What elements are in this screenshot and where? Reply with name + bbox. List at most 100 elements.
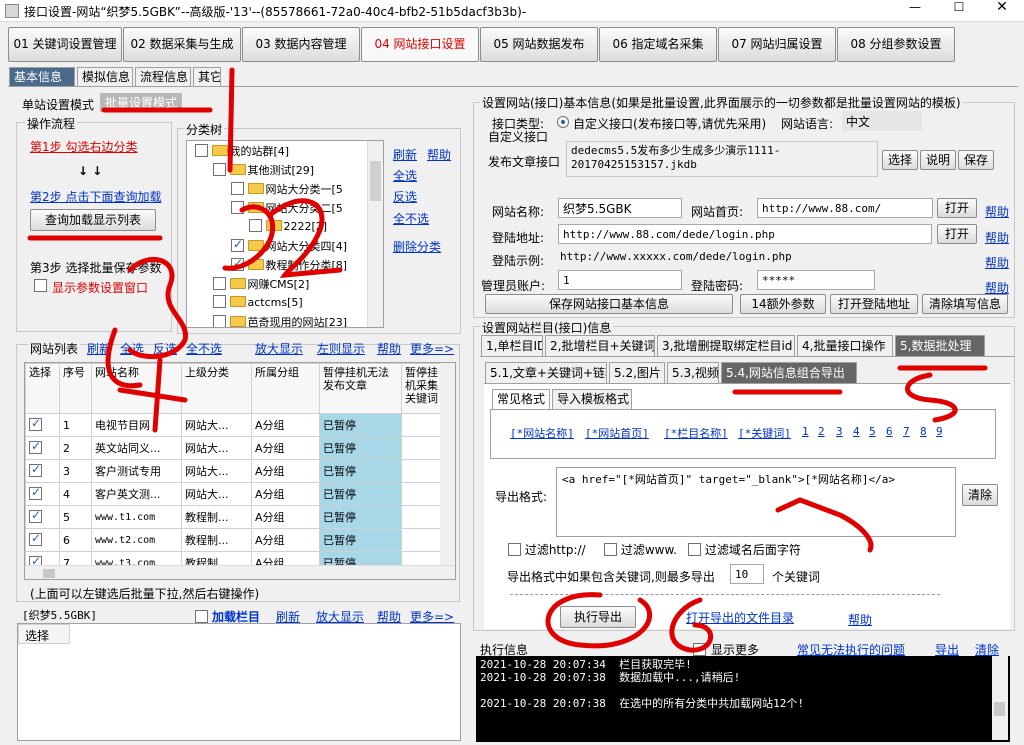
show-params-checkbox[interactable] (34, 279, 47, 293)
sub-tab-1[interactable]: 模拟信息 (77, 67, 133, 87)
save-interface-button[interactable]: 保存 (958, 150, 994, 170)
example-help-link[interactable]: 帮助 (985, 254, 1009, 271)
token-link[interactable]: 5 (869, 425, 876, 438)
admin-input[interactable]: 1 (558, 270, 682, 290)
table-row[interactable]: 2英文站同义...网站大...A分组已暂停 (25, 436, 442, 460)
export-format-input[interactable]: <a href="[*网站首页]" target="_blank">[*网站名称… (556, 467, 956, 537)
filter-checkbox[interactable] (508, 543, 521, 556)
token-link[interactable]: [*网站名称] (510, 425, 574, 441)
table-row[interactable]: 6www.t2.com教程制...A分组已暂停 (25, 528, 442, 552)
main-tab-5[interactable]: 05 网站数据发布 (480, 27, 598, 62)
main-tab-7[interactable]: 07 网站归属设置 (718, 27, 836, 62)
query-load-button[interactable]: 查询加载显示列表 (30, 209, 156, 231)
table-row[interactable]: 4客户英文测...网站大...A分组已暂停 (25, 482, 442, 506)
row-select[interactable] (25, 413, 60, 437)
tree-node[interactable]: actcms[5] (213, 295, 303, 313)
token-link[interactable]: 4 (853, 425, 860, 438)
clear-info-button[interactable]: 清除填写信息 (922, 294, 1008, 314)
tree-node[interactable]: 2222[2] (249, 219, 327, 237)
token-link[interactable]: 9 (936, 425, 943, 438)
row-select[interactable] (25, 436, 60, 460)
data-process-tab-1[interactable]: 5.1,文章+关键词+链轮 (485, 362, 607, 383)
token-link[interactable]: 8 (920, 425, 927, 438)
sub-tab-2[interactable]: 流程信息 (135, 67, 191, 87)
tree-checkbox[interactable] (231, 201, 244, 214)
tree-node[interactable]: 网站大分类二[5 (231, 200, 343, 218)
tree-node[interactable]: 网站大分类四[4] (231, 237, 347, 256)
tree-node[interactable]: 其他测试[29] (213, 162, 314, 180)
iface-type-radio[interactable] (557, 116, 569, 128)
row-select[interactable] (25, 528, 60, 552)
category-link[interactable]: 反选 (393, 188, 417, 205)
filter-checkbox[interactable] (604, 543, 617, 556)
column-tab-2[interactable]: 2,批增栏目+关键词 (545, 335, 655, 356)
open-home-button[interactable]: 打开 (937, 198, 977, 218)
home-help-link[interactable]: 帮助 (985, 203, 1009, 220)
site-list-link[interactable]: 左则显示 (317, 340, 365, 357)
tree-checkbox[interactable] (231, 237, 244, 252)
token-link[interactable]: [*网站首页] (585, 425, 649, 441)
login-input[interactable]: http://www.88.com/dede/login.php (558, 224, 932, 244)
table-hscrollbar[interactable] (25, 565, 455, 579)
tree-checkbox[interactable] (213, 163, 226, 176)
main-tab-8[interactable]: 08 分组参数设置 (837, 27, 955, 62)
token-link[interactable]: 7 (903, 425, 910, 438)
token-link[interactable]: [*关键词] (738, 425, 791, 441)
site-list-link[interactable]: 全不选 (186, 340, 222, 357)
main-tab-6[interactable]: 06 指定域名采集 (599, 27, 717, 62)
batch-mode-tab[interactable]: 批量设置模式 (100, 93, 183, 112)
table-row[interactable]: 5www.t1.com教程制...A分组已暂停 (25, 505, 442, 529)
format-tab-1[interactable]: 常见格式 (492, 389, 550, 409)
site-list-link[interactable]: 放大显示 (255, 340, 303, 357)
clear-format-button[interactable]: 清除 (962, 484, 998, 506)
filter-option[interactable]: 过滤域名后面字符 (688, 541, 801, 558)
tree-checkbox[interactable] (231, 182, 244, 195)
sub-tab-3[interactable]: 其它 (193, 67, 221, 87)
column-tab-3[interactable]: 3,批增删提取绑定栏目id (657, 335, 795, 356)
category-link[interactable]: 全不选 (393, 210, 429, 227)
publish-iface-value[interactable]: dedecms5.5发布多少生成多少演示1111- 20170425153157… (566, 141, 878, 177)
data-process-tab-2[interactable]: 5.2,图片 (609, 362, 665, 383)
filter-option[interactable]: 过滤http:// (508, 541, 586, 558)
save-basic-info-button[interactable]: 保存网站接口基本信息 (485, 294, 733, 314)
filter-checkbox[interactable] (688, 543, 701, 556)
table-row[interactable]: 3客户测试专用网站大...A分组已暂停 (25, 459, 442, 483)
sub-tab-0[interactable]: 基本信息 (9, 67, 75, 87)
main-tab-3[interactable]: 03 数据内容管理 (242, 27, 360, 62)
category-link[interactable]: 全选 (393, 167, 417, 184)
column-tab-1[interactable]: 1,单栏目ID (481, 335, 543, 356)
site-list-link[interactable]: 帮助 (377, 340, 401, 357)
maximize-icon[interactable]: ☐ (944, 0, 974, 20)
column-tab-4[interactable]: 4,批量接口操作 (797, 335, 893, 356)
category-link[interactable]: 删除分类 (393, 238, 441, 255)
select-interface-button[interactable]: 选择 (882, 150, 918, 170)
token-link[interactable]: 1 (802, 425, 809, 438)
single-mode-tab[interactable]: 单站设置模式 (22, 96, 94, 113)
data-process-tab-3[interactable]: 5.3,视频 (667, 362, 719, 383)
tree-node[interactable]: 芭奇现用的网站[23] (213, 314, 347, 327)
log-scrollbar[interactable] (992, 656, 1008, 740)
step1-link[interactable]: 第1步 勾选右边分类 (30, 138, 137, 155)
tree-checkbox[interactable] (231, 256, 244, 271)
tree-checkbox[interactable] (213, 295, 226, 308)
tree-checkbox[interactable] (213, 277, 226, 290)
tree-checkbox[interactable] (195, 144, 208, 157)
site-list-link[interactable]: 全选 (120, 340, 144, 357)
token-link[interactable]: 3 (836, 425, 843, 438)
format-tab-2[interactable]: 导入模板格式 (552, 389, 632, 409)
extra-params-button[interactable]: 14额外参数 (740, 294, 826, 314)
tree-checkbox[interactable] (249, 219, 262, 232)
row-select[interactable] (25, 459, 60, 483)
main-tab-1[interactable]: 01 关键词设置管理 (8, 27, 122, 62)
token-link[interactable]: 2 (818, 425, 825, 438)
explain-button[interactable]: 说明 (920, 150, 956, 170)
home-input[interactable]: http://www.88.com/ (757, 198, 933, 218)
password-input[interactable]: ***** (757, 270, 875, 290)
tree-scrollbar[interactable] (367, 141, 383, 327)
token-link[interactable]: 6 (886, 425, 893, 438)
step2-link[interactable]: 第2步 点击下面查询加载 (30, 188, 161, 205)
site-list-link[interactable]: 更多=> (410, 340, 454, 357)
tree-node[interactable]: 我的站群[4] (195, 143, 289, 161)
table-vscrollbar[interactable] (440, 363, 455, 565)
tree-checkbox[interactable] (213, 315, 226, 327)
